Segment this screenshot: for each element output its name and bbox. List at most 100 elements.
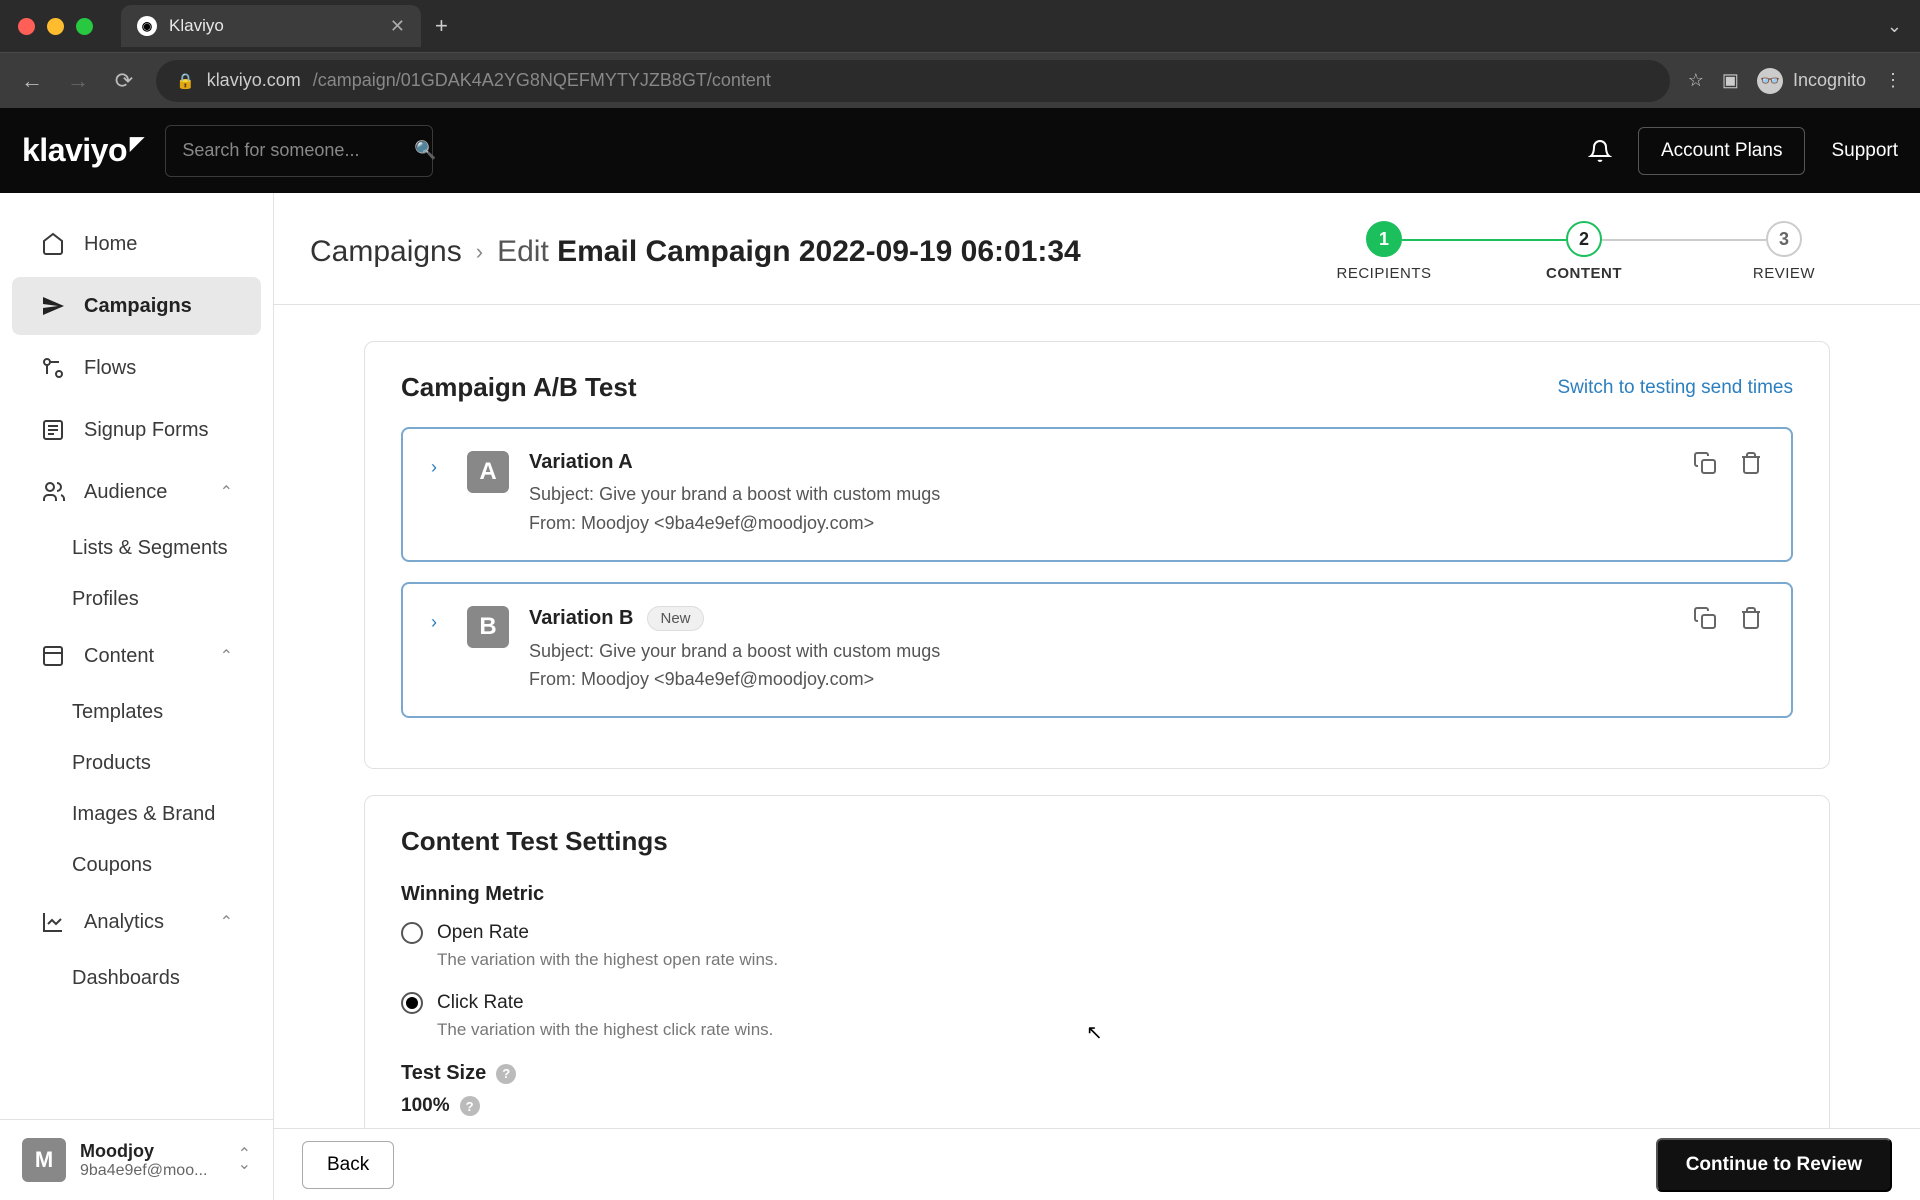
radio-label: Click Rate (437, 992, 524, 1014)
reload-button[interactable]: ⟳ (110, 68, 138, 94)
variation-subject: Subject: Give your brand a boost with cu… (529, 637, 1673, 666)
step-number: 2 (1566, 221, 1602, 257)
sidebar-item-flows[interactable]: Flows (12, 339, 261, 397)
sidebar-sub-coupons[interactable]: Coupons (0, 840, 273, 891)
chevron-down-icon: ⌃ (220, 646, 233, 666)
tab-title: Klaviyo (169, 16, 224, 36)
trash-icon[interactable] (1739, 606, 1763, 695)
incognito-indicator[interactable]: 👓 Incognito (1757, 68, 1866, 94)
breadcrumb: Campaigns › Edit Email Campaign 2022-09-… (310, 235, 1081, 269)
variation-b[interactable]: › B Variation B New Subject: Give your b… (401, 582, 1793, 719)
sidebar-item-signup-forms[interactable]: Signup Forms (12, 401, 261, 459)
chevron-right-icon[interactable]: › (431, 457, 447, 538)
variation-badge: B (467, 606, 509, 648)
tab-overflow-icon[interactable]: ⌄ (1887, 16, 1902, 37)
sidebar-item-label: Flows (84, 357, 136, 380)
chevron-right-icon[interactable]: › (431, 612, 447, 695)
switch-test-mode-link[interactable]: Switch to testing send times (1558, 377, 1794, 399)
kebab-menu-icon[interactable]: ⋮ (1884, 70, 1902, 91)
sidebar-item-campaigns[interactable]: Campaigns (12, 277, 261, 335)
variation-from: From: Moodjoy <9ba4e9ef@moodjoy.com> (529, 509, 1673, 538)
variation-badge: A (467, 451, 509, 493)
sidebar-item-label: Signup Forms (84, 419, 209, 442)
star-icon[interactable]: ☆ (1688, 70, 1704, 91)
new-tab-button[interactable]: + (435, 13, 448, 39)
abtest-card: Campaign A/B Test Switch to testing send… (364, 341, 1830, 769)
sidebar-sub-products[interactable]: Products (0, 738, 273, 789)
radio-open-rate[interactable]: Open Rate (401, 922, 1793, 944)
sidebar-sub-profiles[interactable]: Profiles (0, 574, 273, 625)
card-title: Campaign A/B Test (401, 372, 636, 403)
sidebar-sub-templates[interactable]: Templates (0, 687, 273, 738)
url-input[interactable]: 🔒 klaviyo.com/campaign/01GDAK4A2YG8NQEFM… (156, 60, 1670, 102)
tab-bar: ◉ Klaviyo ✕ + ⌄ (0, 0, 1920, 52)
copy-icon[interactable] (1693, 451, 1717, 538)
copy-icon[interactable] (1693, 606, 1717, 695)
avatar: M (22, 1138, 66, 1182)
browser-tab[interactable]: ◉ Klaviyo ✕ (121, 5, 421, 47)
back-button[interactable]: ← (18, 68, 46, 94)
home-icon (40, 231, 66, 257)
sidebar: Home Campaigns Flows Signup Forms Audien… (0, 193, 274, 1200)
variation-a[interactable]: › A Variation A Subject: Give your brand… (401, 427, 1793, 562)
sidebar-item-audience[interactable]: Audience ⌃ (12, 463, 261, 521)
support-link[interactable]: Support (1831, 140, 1898, 162)
radio-label: Open Rate (437, 922, 529, 944)
breadcrumb-root[interactable]: Campaigns (310, 235, 462, 269)
url-path: /campaign/01GDAK4A2YG8NQEFMYTYJZB8GT/con… (313, 70, 771, 91)
radio-icon[interactable] (401, 922, 423, 944)
step-label: REVIEW (1753, 265, 1815, 282)
address-bar: ← → ⟳ 🔒 klaviyo.com/campaign/01GDAK4A2YG… (0, 52, 1920, 108)
sidebar-sub-images-brand[interactable]: Images & Brand (0, 789, 273, 840)
step-review[interactable]: 3 REVIEW (1684, 221, 1884, 282)
minimize-window-icon[interactable] (47, 18, 64, 35)
radio-click-rate[interactable]: Click Rate (401, 992, 1793, 1014)
forward-button[interactable]: → (64, 68, 92, 94)
variation-subject: Subject: Give your brand a boost with cu… (529, 480, 1673, 509)
account-email: 9ba4e9ef@moo... (80, 1162, 220, 1180)
sidebar-item-home[interactable]: Home (12, 215, 261, 273)
help-icon[interactable]: ? (496, 1064, 516, 1084)
browser-chrome: ◉ Klaviyo ✕ + ⌄ ← → ⟳ 🔒 klaviyo.com/camp… (0, 0, 1920, 108)
sidebar-sub-dashboards[interactable]: Dashboards (0, 953, 273, 1004)
sidebar-item-content[interactable]: Content ⌃ (12, 627, 261, 685)
radio-description: The variation with the highest click rat… (437, 1020, 1793, 1040)
sidebar-sub-lists-segments[interactable]: Lists & Segments (0, 523, 273, 574)
logo[interactable]: klaviyo◤ (22, 132, 143, 169)
flows-icon (40, 355, 66, 381)
window-controls[interactable] (18, 18, 93, 35)
account-switcher[interactable]: M Moodjoy 9ba4e9ef@moo... ⌃⌄ (0, 1119, 273, 1200)
maximize-window-icon[interactable] (76, 18, 93, 35)
panel-icon[interactable]: ▣ (1722, 70, 1739, 91)
step-content[interactable]: 2 CONTENT (1484, 221, 1684, 282)
sidebar-item-label: Campaigns (84, 295, 192, 318)
audience-icon (40, 479, 66, 505)
logo-mark-icon: ◤ (130, 133, 143, 154)
step-recipients[interactable]: 1 RECIPIENTS (1284, 221, 1484, 282)
analytics-icon (40, 909, 66, 935)
sidebar-item-analytics[interactable]: Analytics ⌃ (12, 893, 261, 951)
search-field[interactable] (182, 140, 414, 161)
continue-button[interactable]: Continue to Review (1656, 1138, 1892, 1192)
test-size-label: Test Size (401, 1062, 486, 1085)
search-icon[interactable]: 🔍 (414, 140, 436, 161)
search-input[interactable]: 🔍 (165, 125, 433, 177)
variation-title: Variation A (529, 451, 633, 474)
chevron-down-icon: ⌃ (220, 912, 233, 932)
winning-metric-label: Winning Metric (401, 883, 1793, 906)
close-window-icon[interactable] (18, 18, 35, 35)
trash-icon[interactable] (1739, 451, 1763, 538)
sidebar-item-label: Analytics (84, 911, 164, 934)
favicon-icon: ◉ (137, 16, 157, 36)
sidebar-item-label: Audience (84, 481, 167, 504)
radio-icon[interactable] (401, 992, 423, 1014)
notifications-icon[interactable] (1588, 139, 1612, 163)
help-icon[interactable]: ? (460, 1096, 480, 1116)
page-header: Campaigns › Edit Email Campaign 2022-09-… (274, 193, 1920, 305)
back-button[interactable]: Back (302, 1141, 394, 1189)
footer-bar: Back Continue to Review (274, 1128, 1920, 1200)
account-plans-button[interactable]: Account Plans (1638, 127, 1805, 175)
close-tab-icon[interactable]: ✕ (390, 16, 405, 37)
step-label: CONTENT (1546, 265, 1622, 282)
lock-icon: 🔒 (176, 72, 195, 90)
